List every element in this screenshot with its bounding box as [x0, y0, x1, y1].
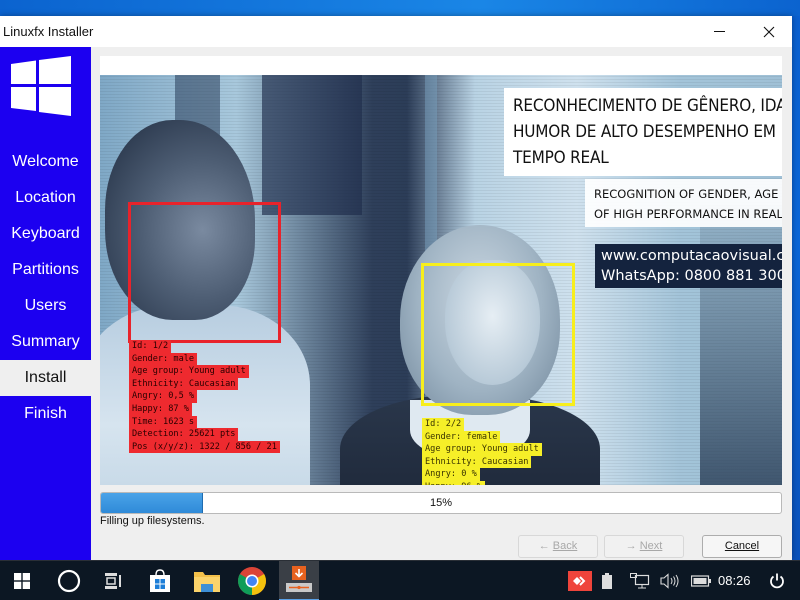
detection-line: Ethnicity: Caucasian: [422, 455, 532, 469]
network-tray[interactable]: [627, 561, 653, 600]
whatsapp-text: WhatsApp: 0800 881 3000: [601, 268, 782, 284]
anydesk-tray[interactable]: [567, 561, 593, 600]
installer-taskbar-button[interactable]: [279, 561, 319, 600]
volume-icon: [660, 573, 679, 589]
detection-line: Age group: Young adult: [422, 443, 542, 456]
banner-line: HUMOR DE ALTO DESEMPENHO EM: [513, 122, 776, 142]
banner-portuguese: RECONHECIMENTO DE GÊNERO, IDADE HUMOR DE…: [504, 88, 782, 176]
install-progress-bar: 15%: [100, 492, 782, 514]
minimize-button[interactable]: [696, 16, 742, 47]
search-button[interactable]: [49, 561, 89, 600]
installer-download-icon: [286, 566, 312, 592]
power-icon: [770, 573, 784, 589]
store-bag-icon: [150, 569, 170, 592]
banner-contact: www.computacaovisual.com WhatsApp: 0800 …: [595, 244, 782, 288]
detection-line: Detection: 25621 pts: [129, 428, 239, 441]
anydesk-icon: [568, 571, 592, 591]
detection-info-female: Id: 2/2 Gender: female Age group: Young …: [422, 418, 542, 485]
next-button-label: Next: [639, 540, 663, 552]
slideshow-panel: Id: 1/2 Gender: male Age group: Young ad…: [100, 56, 782, 485]
banner-line: OF HIGH PERFORMANCE IN REAL TIME: [594, 207, 782, 221]
windows-logo-icon: [11, 56, 71, 116]
install-status-text: Filling up filesystems.: [100, 515, 205, 527]
start-button[interactable]: [2, 561, 42, 600]
folder-icon: [194, 572, 220, 592]
sidebar-item-partitions[interactable]: Partitions: [0, 252, 91, 288]
volume-tray[interactable]: [657, 561, 683, 600]
back-arrow-icon: ←: [538, 540, 550, 552]
cancel-button[interactable]: Cancel: [702, 535, 782, 558]
clipboard-tray[interactable]: [597, 561, 617, 600]
taskbar: 08:26: [0, 560, 800, 600]
title-bar[interactable]: Linuxfx Installer: [0, 16, 792, 47]
detection-line: Id: 1/2: [129, 340, 172, 353]
back-button[interactable]: ← Back: [518, 535, 598, 558]
cortana-circle-icon: [57, 569, 81, 593]
back-button-label: Back: [552, 540, 578, 552]
task-view-icon: [105, 573, 121, 589]
next-button[interactable]: → Next: [604, 535, 684, 558]
battery-tray[interactable]: [688, 561, 714, 600]
sidebar-item-users[interactable]: Users: [0, 288, 91, 324]
cancel-button-label: Cancel: [724, 540, 760, 552]
slideshow-image: Id: 1/2 Gender: male Age group: Young ad…: [100, 75, 782, 485]
face-detection-box-male: [128, 202, 281, 343]
progress-percent: 15%: [429, 497, 453, 509]
detection-line: Angry: 0 %: [422, 468, 480, 481]
clipboard-icon: [602, 573, 612, 589]
sidebar-item-welcome[interactable]: Welcome: [0, 144, 91, 180]
detection-line: Ethnicity: Caucasian: [129, 377, 239, 391]
sidebar: Welcome Location Keyboard Partitions Use…: [0, 47, 91, 560]
banner-english: RECOGNITION OF GENDER, AGE AND OF HIGH P…: [585, 179, 782, 227]
banner-line: TEMPO REAL: [513, 148, 609, 168]
windows-start-icon: [14, 573, 30, 589]
detection-line: Time: 1623 s: [129, 415, 198, 429]
battery-icon: [691, 575, 711, 587]
background-pillar: [262, 75, 362, 215]
next-arrow-icon: →: [625, 540, 637, 552]
close-button[interactable]: [746, 16, 792, 47]
website-text: www.computacaovisual.com: [601, 248, 782, 264]
detection-line: Happy: 87 %: [129, 402, 192, 416]
chrome-button[interactable]: [232, 561, 272, 600]
detection-line: Happy: 96 %: [422, 480, 485, 485]
detection-line: Gender: female: [422, 430, 501, 444]
minimize-icon: [713, 31, 725, 32]
close-icon: [763, 26, 775, 37]
window-title: Linuxfx Installer: [3, 24, 94, 39]
sidebar-item-summary[interactable]: Summary: [0, 324, 91, 360]
detection-line: Id: 2/2: [422, 418, 465, 431]
desktop-background: [0, 0, 800, 16]
installer-window: Linuxfx Installer Welcome Location Keybo…: [0, 16, 792, 560]
store-button[interactable]: [140, 561, 180, 600]
taskbar-clock[interactable]: 08:26: [718, 561, 751, 600]
detection-line: Gender: male: [129, 352, 198, 366]
sidebar-item-install[interactable]: Install: [0, 360, 91, 396]
sidebar-item-finish[interactable]: Finish: [0, 396, 91, 432]
network-icon: [630, 573, 650, 589]
sidebar-item-location[interactable]: Location: [0, 180, 91, 216]
file-explorer-button[interactable]: [187, 561, 227, 600]
detection-line: Pos (x/y/z): 1322 / 856 / 21: [129, 440, 280, 454]
task-view-button[interactable]: [94, 561, 134, 600]
face-detection-box-female: [421, 263, 575, 406]
detection-line: Age group: Young adult: [129, 365, 249, 378]
power-button[interactable]: [764, 561, 790, 600]
banner-line: RECOGNITION OF GENDER, AGE AND: [594, 187, 782, 201]
detection-info-male: Id: 1/2 Gender: male Age group: Young ad…: [129, 340, 280, 454]
banner-line: RECONHECIMENTO DE GÊNERO, IDADE: [513, 96, 782, 116]
sidebar-item-keyboard[interactable]: Keyboard: [0, 216, 91, 252]
detection-line: Angry: 0,5 %: [129, 390, 198, 403]
chrome-icon: [238, 567, 266, 595]
